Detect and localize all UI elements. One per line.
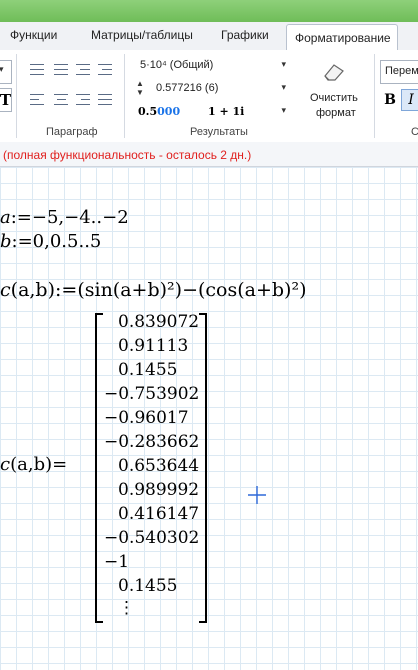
stepper-arrows-icon[interactable]: ▲ ▼	[136, 79, 144, 97]
threshold-value: 0.5000	[138, 105, 181, 118]
chevron-down-icon: ▾	[281, 105, 286, 115]
text-style-button-cut[interactable]: T	[0, 88, 12, 112]
clear-format-button[interactable]: Очистить формат	[296, 56, 370, 124]
precision-value: 0.577216 (6)	[156, 82, 219, 94]
ribbon-panel: ▾ T Параграф 5·10⁴ (Общий) ▾ ▲ ▼ 0.577216…	[0, 50, 418, 143]
threshold-field[interactable]: 0.5000	[134, 102, 204, 122]
indent-decrease-icon[interactable]	[72, 60, 94, 80]
result-value: 0.91113	[118, 336, 189, 356]
group-label-results: Результаты	[190, 126, 248, 138]
result-value: 0.989992	[118, 480, 200, 500]
range-definition-a[interactable]: a:=−5,−4..−2	[0, 207, 129, 228]
number-format-value: 5·10⁴ (Общий)	[140, 59, 214, 71]
align-right-icon[interactable]	[72, 90, 94, 110]
result-value: 0.839072	[118, 312, 200, 332]
matrix-right-bracket	[199, 313, 207, 623]
clear-format-label-2: формат	[316, 107, 356, 119]
title-strip	[0, 0, 418, 22]
complex-format-dropdown[interactable]: 1 + 1i ▾	[204, 102, 290, 122]
tab-formatting[interactable]: Форматирование	[286, 24, 398, 50]
tab-plots[interactable]: Графики	[221, 28, 269, 42]
precision-stepper[interactable]: ▲ ▼ 0.577216 (6) ▾	[134, 78, 290, 100]
result-value: 0.416147	[118, 504, 200, 524]
font-dropdown-cut[interactable]: ▾	[0, 60, 12, 84]
trial-notice-text: (полная функциональность - осталось 2 дн…	[3, 148, 252, 162]
bold-button[interactable]: B	[381, 90, 399, 110]
chevron-down-icon: ▾	[281, 59, 286, 69]
range-definition-b[interactable]: b:=0,0.5..5	[0, 231, 101, 252]
function-evaluation[interactable]: c(a,b)=	[0, 454, 67, 475]
group-label-style: С	[411, 126, 418, 138]
result-value: 0.653644	[118, 456, 200, 476]
align-justify-icon[interactable]	[94, 90, 116, 110]
tab-functions[interactable]: Функции	[10, 28, 57, 42]
matrix-left-bracket	[95, 313, 103, 623]
tab-matrices-tables[interactable]: Матрицы/таблицы	[91, 28, 193, 42]
result-value: −0.96017	[104, 408, 189, 428]
result-value: −0.540302	[104, 528, 200, 548]
function-definition[interactable]: c(a,b):=(sin(a+b)²)−(cos(a+b)²)	[0, 279, 307, 301]
align-center-icon[interactable]	[50, 90, 72, 110]
clear-format-label-1: Очистить	[310, 92, 358, 104]
result-value: 0.1455	[118, 360, 178, 380]
chevron-down-icon: ▾	[281, 82, 286, 92]
number-format-dropdown[interactable]: 5·10⁴ (Общий) ▾	[134, 56, 290, 76]
result-value: 0.1455	[118, 576, 178, 596]
style-dropdown-value: Перем	[385, 65, 418, 77]
align-left-icon[interactable]	[26, 90, 48, 110]
bullet-list-icon[interactable]	[26, 60, 48, 80]
result-value-ellipsis: ⋮	[118, 598, 135, 618]
result-value: −0.753902	[104, 384, 200, 404]
complex-format-value: 1 + 1i	[208, 105, 245, 118]
numbered-list-icon[interactable]	[50, 60, 72, 80]
indent-increase-icon[interactable]	[94, 60, 116, 80]
ribbon-tab-bar: Функции Матрицы/таблицы Графики Форматир…	[0, 22, 418, 51]
group-label-paragraph: Параграф	[46, 126, 98, 138]
trial-notice-bar: (полная функциональность - осталось 2 дн…	[0, 142, 418, 167]
result-value: −0.283662	[104, 432, 200, 452]
italic-button[interactable]: I	[401, 89, 418, 111]
crosshair-cursor-icon	[248, 486, 266, 504]
result-value: −1	[104, 552, 130, 572]
style-dropdown[interactable]: Перем	[380, 60, 418, 84]
chevron-down-icon: ▾	[0, 64, 4, 74]
eraser-icon	[324, 64, 344, 81]
